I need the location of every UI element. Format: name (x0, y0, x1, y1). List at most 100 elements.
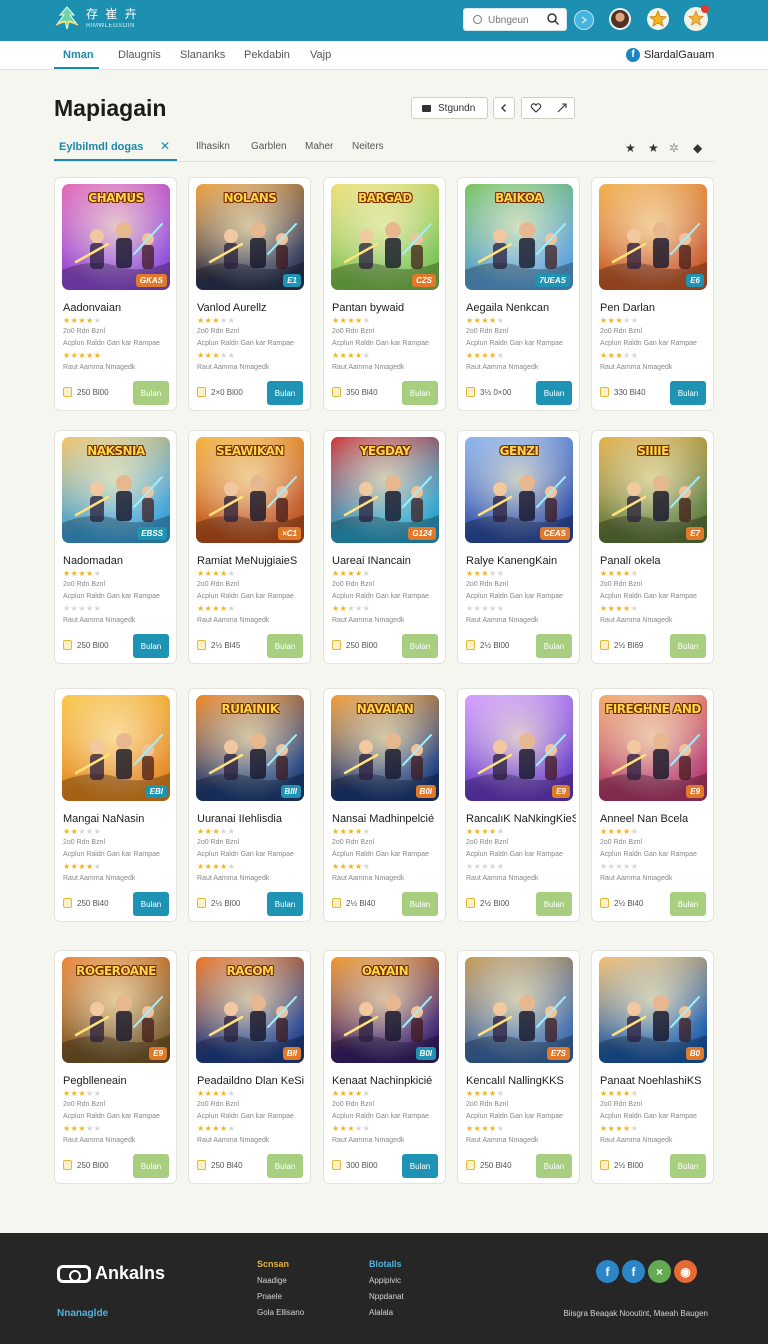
buy-button[interactable]: Bulan (670, 892, 706, 916)
game-card[interactable]: SEAWIKAN ×C1 Ramiat MeNujgiaieS ★★★★★ 2o0 Rd… (188, 430, 311, 664)
nav-item-3[interactable]: Slananks (180, 49, 225, 61)
game-title[interactable]: Panaat NoehlashiKS (600, 1075, 710, 1087)
game-card[interactable]: NOLANS E1 Vanlod Aurellz ★★★★★ 2o0 Rdn Bznl A… (188, 177, 311, 411)
game-thumbnail[interactable]: E6 (599, 184, 707, 290)
footer-link[interactable]: Pnaele (257, 1292, 304, 1301)
alerts-button[interactable] (684, 5, 709, 31)
nav-account-link[interactable]: f SlardalGauam (626, 48, 714, 62)
sort-button[interactable]: Stgundn (411, 97, 488, 119)
buy-button[interactable]: Bulan (267, 634, 303, 658)
buy-button[interactable]: Bulan (670, 1154, 706, 1178)
game-card[interactable]: YEGDAY G124 Uareai INancain ★★★★★ 2o0 Rdn Bz… (323, 430, 446, 664)
buy-button[interactable]: Bulan (536, 634, 572, 658)
search-submit-icon[interactable] (546, 12, 560, 26)
game-thumbnail[interactable]: RACOM BII (196, 957, 304, 1063)
game-title[interactable]: RancalıK NaNkingKieS (466, 813, 576, 825)
game-card[interactable]: RUIAINIK BIII Uuranai IIehlisdia ★★★★★ 2o0 R… (188, 688, 311, 922)
buy-button[interactable]: Bulan (133, 381, 169, 405)
prev-page-button[interactable] (493, 97, 515, 119)
game-thumbnail[interactable]: SEAWIKAN ×C1 (196, 437, 304, 543)
buy-button[interactable]: Bulan (670, 634, 706, 658)
game-card[interactable]: ROGEROANE E9 Pegblleneain ★★★★★ 2o0 Rdn Bznl… (54, 950, 177, 1184)
reddit-icon[interactable]: ◉ (674, 1260, 697, 1283)
game-card[interactable]: NAVAIAN B0I Nansai Madhinpelcié ★★★★★ 2o0 Rd… (323, 688, 446, 922)
game-card[interactable]: SIIIIE E7 Panalí okela ★★★★★ 2o0 Rdn Bznl Acp… (591, 430, 714, 664)
game-card[interactable]: EBI Mangai NaNasin ★★★★★ 2o0 Rdn Bznl Acplun… (54, 688, 177, 922)
buy-button[interactable]: Bulan (267, 381, 303, 405)
footer-logo[interactable]: Ankalns (57, 1263, 165, 1284)
game-title[interactable]: Pen Darlan (600, 302, 710, 314)
game-thumbnail[interactable]: YEGDAY G124 (331, 437, 439, 543)
buy-button[interactable]: Bulan (670, 381, 706, 405)
view-tools[interactable] (521, 97, 575, 119)
facebook-icon[interactable]: f (622, 1260, 645, 1283)
game-title[interactable]: Kenaat Nachinpkicié (332, 1075, 442, 1087)
game-title[interactable]: Aegaila Nenkcan (466, 302, 576, 314)
buy-button[interactable]: Bulan (402, 381, 438, 405)
game-thumbnail[interactable]: SIIIIE E7 (599, 437, 707, 543)
search-input[interactable] (488, 12, 544, 28)
game-title[interactable]: Vanlod Aurellz (197, 302, 307, 314)
game-title[interactable]: Aadonvaian (63, 302, 173, 314)
game-card[interactable]: CHAMUS GKAS Aadonvaian ★★★★★ 2o0 Rdn Bznl Acp… (54, 177, 177, 411)
game-title[interactable]: Kencalıl NallingKKS (466, 1075, 576, 1087)
buy-button[interactable]: Bulan (133, 1154, 169, 1178)
game-card[interactable]: RACOM BII Peadaildno Dlan KeSi ★★★★★ 2o0 Rdn… (188, 950, 311, 1184)
game-thumbnail[interactable]: GENZI CEAS (465, 437, 573, 543)
buy-button[interactable]: Bulan (536, 1154, 572, 1178)
game-title[interactable]: Nadomadan (63, 555, 173, 567)
app-logo[interactable]: 存 崔 卉 RIMWLEGSOIN (54, 5, 139, 31)
game-thumbnail[interactable]: CHAMUS GKAS (62, 184, 170, 290)
game-card[interactable]: BARGAD CZS Pantan bywaid ★★★★★ 2o0 Rdn Bznl A… (323, 177, 446, 411)
buy-button[interactable]: Bulan (536, 892, 572, 916)
footer-link[interactable]: Gola Ellisano (257, 1308, 304, 1317)
game-card[interactable]: FIREGHNE AND E9 Anneel Nan Bcela ★★★★★ 2o0 R… (591, 688, 714, 922)
notifications-toggle-button[interactable] (574, 10, 594, 30)
buy-button[interactable]: Bulan (267, 892, 303, 916)
game-title[interactable]: Pegblleneain (63, 1075, 173, 1087)
shuffle-icon[interactable] (557, 103, 567, 113)
facebook-icon[interactable]: f (596, 1260, 619, 1283)
game-thumbnail[interactable]: OAYAIN B0I (331, 957, 439, 1063)
buy-button[interactable]: Bulan (402, 634, 438, 658)
game-card[interactable]: OAYAIN B0I Kenaat Nachinpkicié ★★★★★ 2o0 Rdn… (323, 950, 446, 1184)
game-title[interactable]: Uuranai IIehlisdia (197, 813, 307, 825)
game-thumbnail[interactable]: E9 (465, 695, 573, 801)
game-thumbnail[interactable]: BARGAD CZS (331, 184, 439, 290)
buy-button[interactable]: Bulan (402, 892, 438, 916)
game-card[interactable]: NAKSNIA EBSS Nadomadan ★★★★★ 2o0 Rdn Bznl Acp… (54, 430, 177, 664)
game-thumbnail[interactable]: NAKSNIA EBSS (62, 437, 170, 543)
footer-link[interactable]: Alalala (369, 1308, 404, 1317)
footer-link[interactable]: Naadige (257, 1276, 304, 1285)
game-thumbnail[interactable]: NOLANS E1 (196, 184, 304, 290)
buy-button[interactable]: Bulan (536, 381, 572, 405)
nav-item-5[interactable]: Vajp (310, 49, 331, 61)
game-thumbnail[interactable]: FIREGHNE AND E9 (599, 695, 707, 801)
buy-button[interactable]: Bulan (133, 634, 169, 658)
game-title[interactable]: Panalí okela (600, 555, 710, 567)
game-title[interactable]: Uareai INancain (332, 555, 442, 567)
buy-button[interactable]: Bulan (402, 1154, 438, 1178)
close-icon[interactable]: ✕ (160, 139, 170, 153)
nav-item-2[interactable]: Dlaugnis (118, 49, 161, 61)
game-title[interactable]: Ramiat MeNujgiaieS (197, 555, 307, 567)
footer-link[interactable]: Appipivic (369, 1276, 404, 1285)
close-icon[interactable]: × (648, 1260, 671, 1283)
game-title[interactable]: Anneel Nan Bcela (600, 813, 710, 825)
game-card[interactable]: E6 Pen Darlan ★★★★★ 2o0 Rdn Bznl Acplun Rald… (591, 177, 714, 411)
game-thumbnail[interactable]: ROGEROANE E9 (62, 957, 170, 1063)
game-card[interactable]: E7S Kencalıl NallingKKS ★★★★★ 2o0 Rdn Bznl A… (457, 950, 580, 1184)
game-thumbnail[interactable]: NAVAIAN B0I (331, 695, 439, 801)
filter-tab-5[interactable]: Neiters (352, 141, 384, 152)
game-title[interactable]: Pantan bywaid (332, 302, 442, 314)
heart-icon[interactable] (530, 103, 542, 113)
nav-item-home[interactable]: Nman (63, 49, 94, 61)
favorites-button[interactable] (647, 8, 669, 30)
nav-item-4[interactable]: Pekdabin (244, 49, 290, 61)
filter-tab-2[interactable]: Ilhasikn (196, 141, 230, 152)
game-thumbnail[interactable]: EBI (62, 695, 170, 801)
footer-link[interactable]: Nppdanat (369, 1292, 404, 1301)
buy-button[interactable]: Bulan (267, 1154, 303, 1178)
game-card[interactable]: B0 Panaat NoehlashiKS ★★★★★ 2o0 Rdn Bznl Acp… (591, 950, 714, 1184)
game-title[interactable]: Ralye KanengKain (466, 555, 576, 567)
